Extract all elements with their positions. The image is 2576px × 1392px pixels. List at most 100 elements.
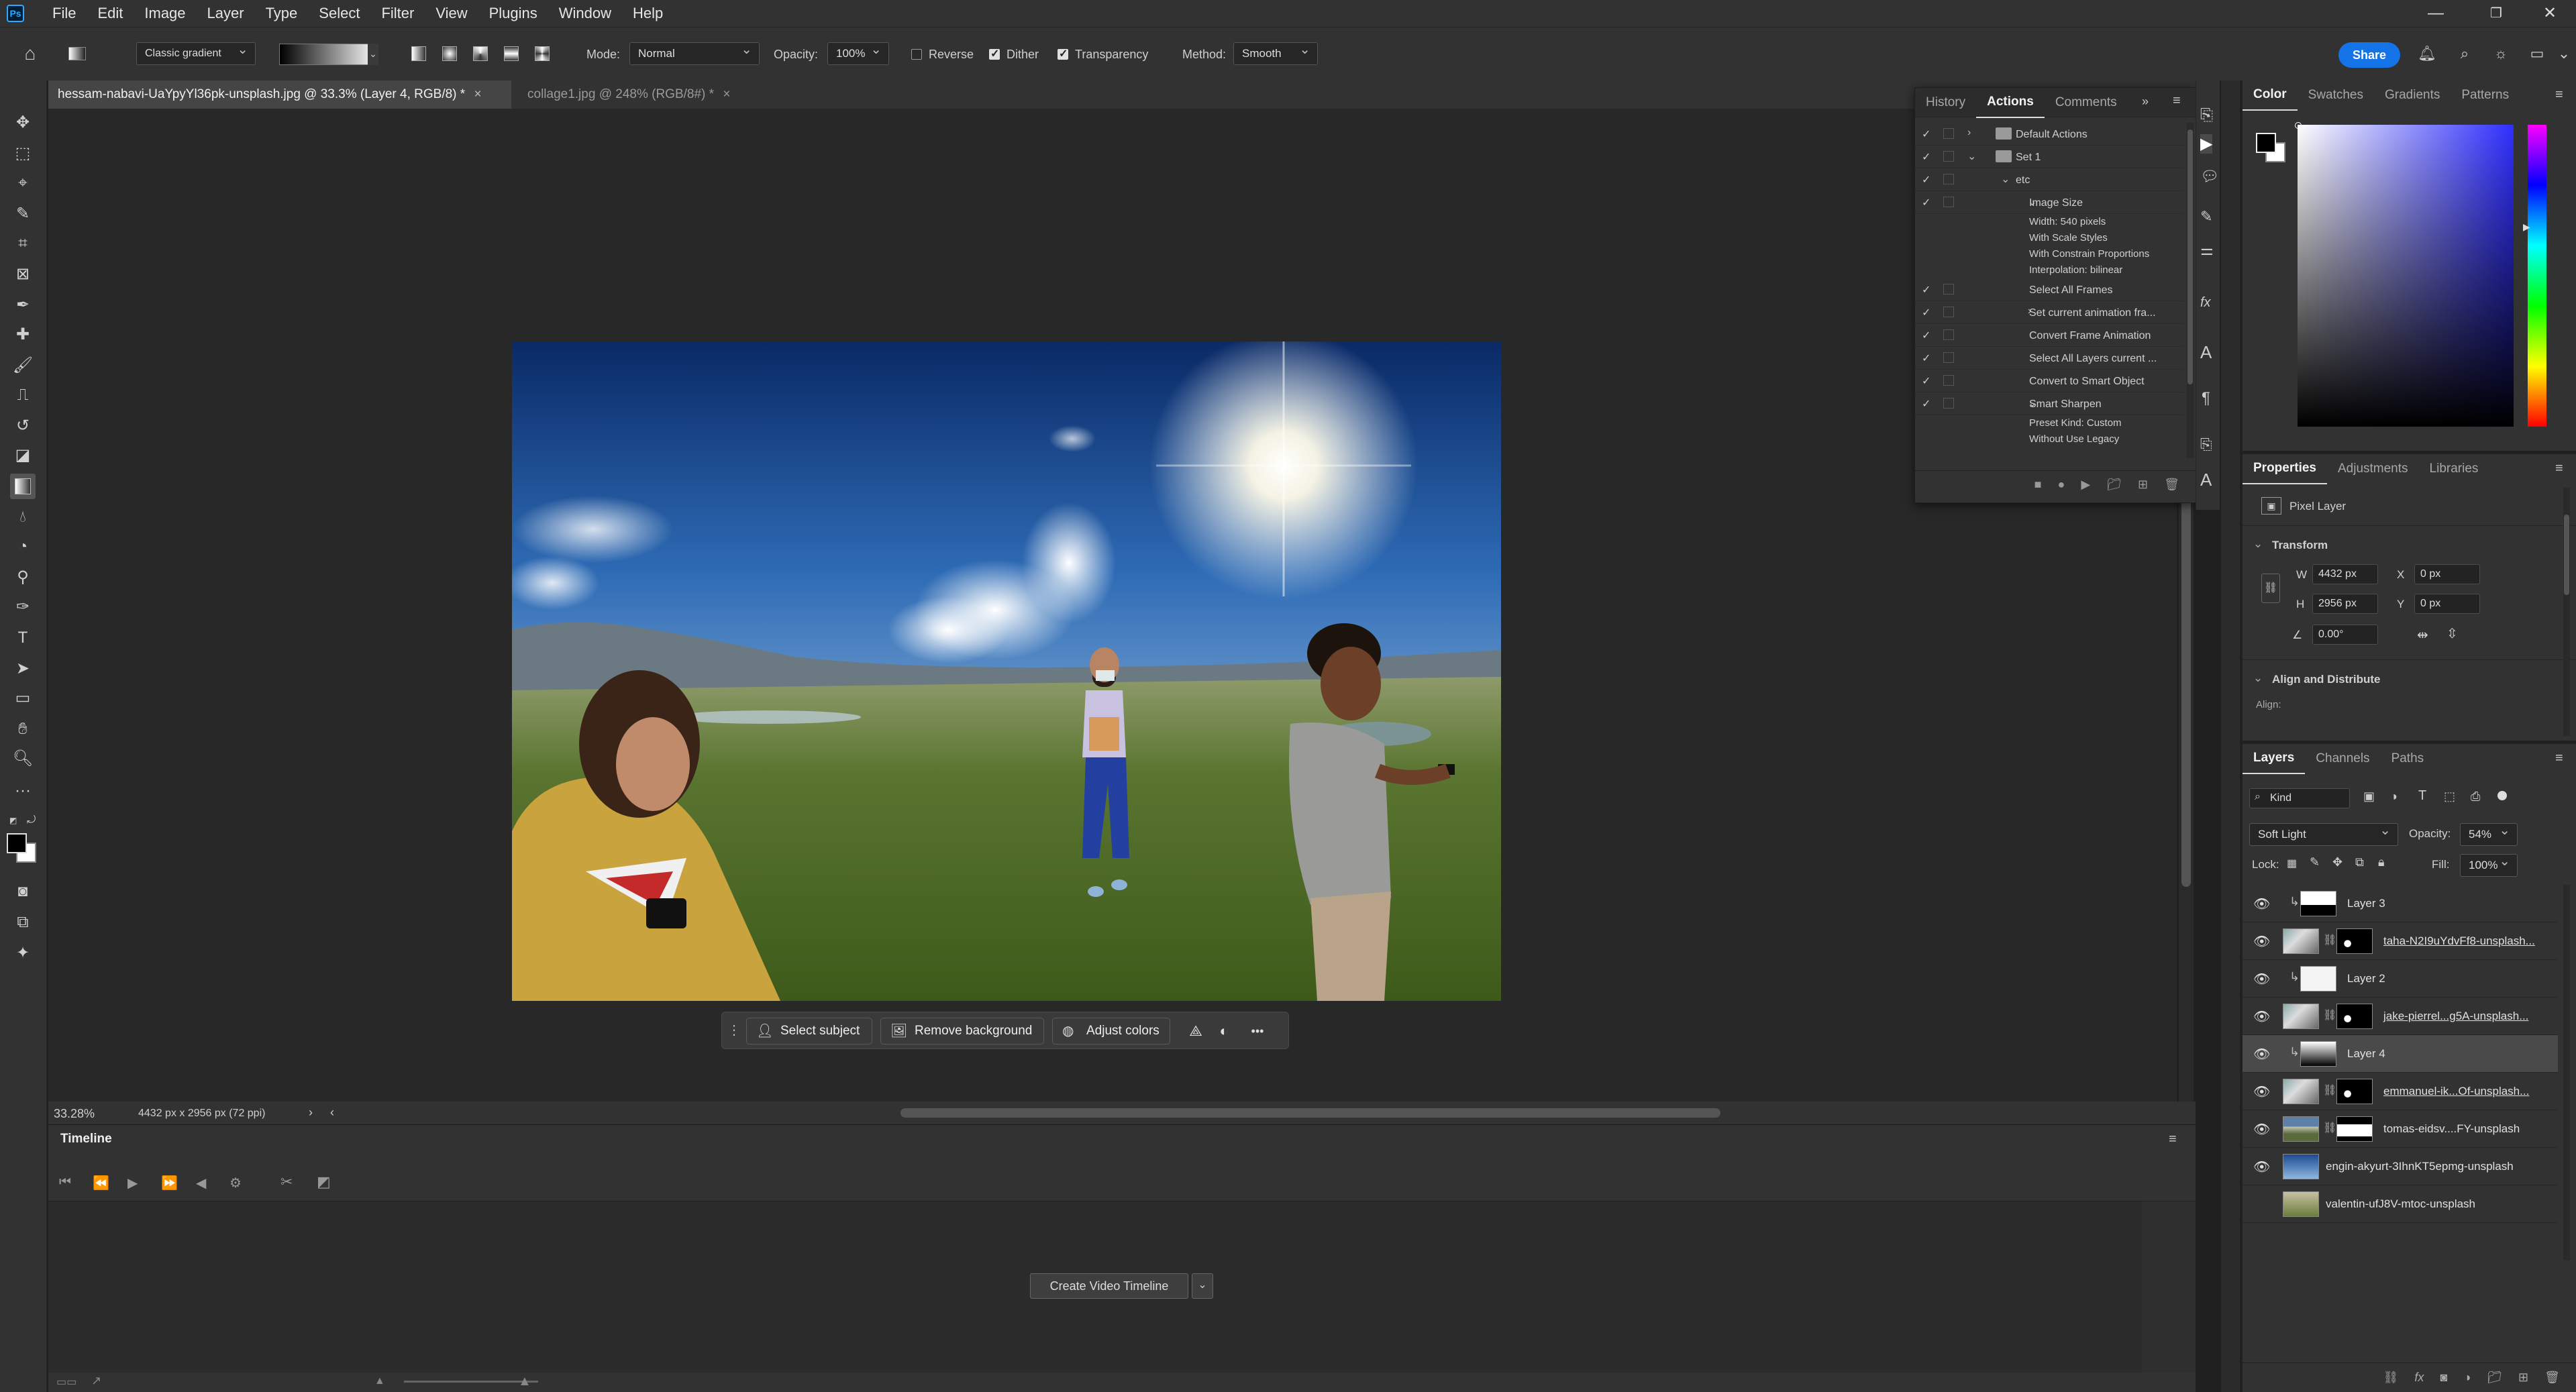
menu-filter[interactable]: Filter (370, 0, 425, 27)
move-tool-icon[interactable]: ✥ (10, 110, 36, 136)
create-video-timeline-button[interactable]: Create Video Timeline (1030, 1273, 1188, 1299)
filter-adjustment-icon[interactable]: ◑ (2390, 790, 2398, 804)
visibility-eye-icon[interactable]: 👁︎ (2253, 896, 2270, 912)
dialog-toggle-icon[interactable] (1943, 174, 1954, 184)
mask-icon[interactable]: ◐ (1212, 1018, 1236, 1045)
radial-gradient-icon[interactable] (438, 42, 461, 65)
angle-field[interactable]: 0.00° (2312, 625, 2378, 645)
zoom-brush-icon[interactable]: ⚲ (10, 565, 36, 590)
mask-link-icon[interactable]: ⛓︎ (2323, 933, 2336, 947)
gradient-preset-dropdown[interactable]: Classic gradient (136, 39, 256, 65)
tab-channels[interactable]: Channels (2305, 744, 2380, 773)
transform-icon[interactable]: ⟁ (1184, 1018, 1208, 1045)
rectangle-tool-icon[interactable]: ▭ (10, 686, 36, 711)
search-icon[interactable]: ⌕ (2453, 42, 2476, 65)
default-colors-icon[interactable]: ◩ (9, 816, 19, 825)
menu-layer[interactable]: Layer (197, 0, 255, 27)
trash-icon[interactable]: 🗑︎ (2164, 478, 2179, 492)
layer-thumbnail[interactable] (2300, 891, 2336, 916)
tab-layers[interactable]: Layers (2243, 743, 2306, 774)
hue-slider-handle-icon[interactable]: ▶ (2523, 221, 2530, 233)
adjust-colors-button[interactable]: ◍ Adjust colors (1052, 1018, 1170, 1045)
settings-icon[interactable]: ⚙ (229, 1175, 242, 1191)
tab-patterns[interactable]: Patterns (2451, 81, 2520, 110)
layer-row[interactable]: valentin-ufJ8V-mtoc-unsplash (2243, 1185, 2558, 1223)
trash-icon[interactable]: 🗑︎ (2544, 1371, 2560, 1385)
lock-image-icon[interactable]: ✎ (2310, 855, 2320, 869)
layer-filter-dropdown[interactable]: Kind (2249, 788, 2350, 808)
collapse-icon[interactable]: » (2142, 95, 2149, 109)
expand-chevron-icon[interactable]: › (1967, 127, 1971, 139)
layer-opacity-field[interactable]: 54% (2460, 820, 2518, 846)
layer-thumbnail[interactable] (2283, 1191, 2319, 1217)
swap-colors-icon[interactable]: ⤾ (27, 814, 36, 826)
panel-menu-icon[interactable]: ≡ (2555, 87, 2563, 103)
layer-row[interactable]: 👁︎ ⛓︎ emmanuel-ik...Of-unsplash... (2243, 1073, 2558, 1110)
layer-mask-thumbnail[interactable] (2336, 928, 2373, 954)
styles-icon[interactable]: fx (2200, 295, 2211, 311)
menu-plugins[interactable]: Plugins (478, 0, 548, 27)
foreground-color-swatch[interactable] (7, 833, 27, 853)
filter-pixel-icon[interactable]: ▣ (2363, 790, 2375, 804)
mode-dropdown[interactable]: Normal (629, 39, 760, 65)
audio-icon[interactable]: ◀ (196, 1175, 206, 1191)
lock-transparent-icon[interactable]: ▦ (2287, 857, 2297, 870)
menu-help[interactable]: Help (622, 0, 674, 27)
paragraph-icon[interactable]: ¶ (2202, 389, 2210, 408)
toggle-check-icon[interactable]: ✓ (1922, 397, 1930, 411)
history-panel-icon[interactable]: ⎘ (2200, 106, 2213, 125)
toggle-check-icon[interactable]: ✓ (1922, 352, 1930, 365)
menu-edit[interactable]: Edit (87, 0, 134, 27)
play-icon[interactable]: ▶ (2081, 478, 2090, 492)
object-selection-tool-icon[interactable]: ⌖ (10, 170, 36, 196)
split-icon[interactable]: ✂ (280, 1173, 293, 1191)
zoom-level[interactable]: 33.28% (54, 1107, 95, 1120)
filter-shape-icon[interactable]: ⬚ (2444, 790, 2455, 804)
layer-row[interactable]: 👁︎ ↳ Layer 3 (2243, 885, 2558, 922)
toggle-check-icon[interactable]: ✓ (1922, 150, 1930, 164)
flip-horizontal-icon[interactable]: ⇹ (2417, 629, 2428, 642)
tab-gradients[interactable]: Gradients (2374, 81, 2451, 110)
layer-thumbnail[interactable] (2283, 928, 2319, 954)
play-icon[interactable]: ▶ (127, 1175, 138, 1191)
quick-selection-tool-icon[interactable]: ✎ (10, 201, 36, 227)
expand-chevron-icon[interactable]: ⌄ (2001, 172, 2010, 186)
layer-thumbnail[interactable] (2283, 1004, 2319, 1029)
color-picker-cursor[interactable] (2295, 122, 2302, 129)
action-row[interactable]: ✓ ⌄ etc (1915, 168, 2183, 191)
first-frame-icon[interactable]: ⏮ (59, 1175, 71, 1190)
tab-document-2[interactable]: collage1.jpg @ 248% (RGB/8#) * × (518, 81, 807, 109)
generative-icon[interactable]: ✦ (10, 941, 36, 966)
dodge-tool-icon[interactable]: ◔ (10, 534, 36, 559)
lock-position-icon[interactable]: ✥ (2332, 855, 2342, 869)
visibility-toggle[interactable] (2253, 1196, 2267, 1210)
visibility-eye-icon[interactable]: 👁︎ (2253, 1046, 2270, 1063)
menu-view[interactable]: View (425, 0, 478, 27)
drag-handle-icon[interactable]: ⋮ (727, 1019, 741, 1042)
angle-gradient-icon[interactable] (469, 42, 492, 65)
reverse-checkbox[interactable] (911, 49, 922, 60)
color-picker-field[interactable] (2298, 125, 2514, 427)
character-icon[interactable]: A (2200, 342, 2212, 363)
layer-mask-thumbnail[interactable] (2336, 1004, 2373, 1029)
reflected-gradient-icon[interactable] (500, 42, 523, 65)
action-row[interactable]: ✓ › Default Actions (1915, 123, 2183, 146)
menu-type[interactable]: Type (255, 0, 309, 27)
scroll-left-icon[interactable]: ‹ (330, 1106, 334, 1119)
flip-vertical-icon[interactable]: ⇳ (2446, 627, 2458, 641)
action-row[interactable]: Preset Kind: Custom (1915, 415, 2183, 431)
dialog-toggle-icon[interactable] (1943, 128, 1954, 139)
layer-mask-thumbnail[interactable] (2336, 1116, 2373, 1142)
actions-scrollbar[interactable] (2187, 123, 2194, 458)
zoom-out-icon[interactable]: ▲ (374, 1375, 385, 1387)
chevron-down-icon[interactable]: ⌄ (1192, 1273, 1213, 1299)
minimize-icon[interactable]: — (2409, 0, 2463, 27)
layer-row[interactable]: 👁︎ ⛓︎ taha-N2I9uYdvFf8-unsplash... (2243, 922, 2558, 960)
action-row[interactable]: Width: 540 pixels (1915, 214, 2183, 230)
add-mask-icon[interactable]: ◙ (2440, 1371, 2447, 1385)
toggle-check-icon[interactable]: ✓ (1922, 196, 1930, 209)
layer-thumbnail[interactable] (2300, 966, 2336, 992)
remove-background-button[interactable]: 🖼︎ Remove background (880, 1018, 1044, 1045)
character-styles-icon[interactable]: A (2200, 470, 2212, 490)
dither-checkbox[interactable] (989, 47, 1000, 60)
